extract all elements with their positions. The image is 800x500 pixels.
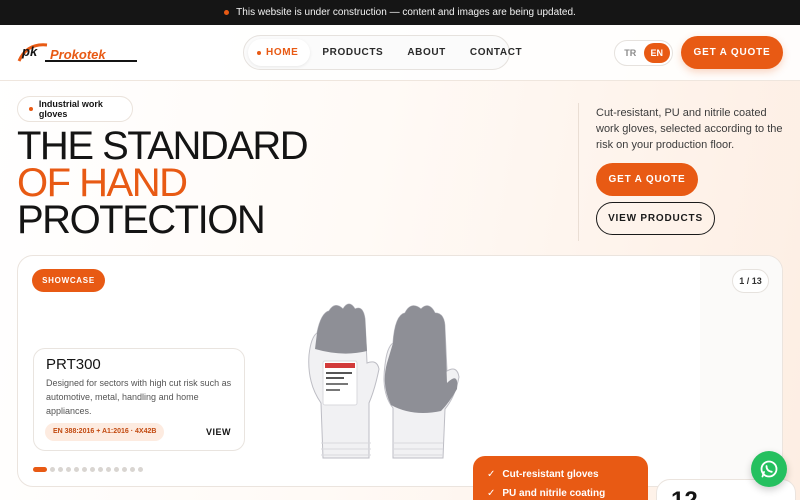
nav-item-products[interactable]: PRODUCTS	[310, 39, 395, 66]
hero-title-line2: OF HAND	[17, 161, 188, 205]
carousel-dot[interactable]	[98, 467, 103, 472]
nav-item-label: HOME	[266, 47, 299, 58]
slide-counter: 1 / 13	[732, 269, 769, 293]
carousel-dot[interactable]	[138, 467, 143, 472]
brand-logo[interactable]: pk Prokotek	[17, 39, 139, 67]
check-icon: ✓	[487, 469, 496, 480]
carousel-dots	[33, 467, 146, 472]
carousel-dot[interactable]	[66, 467, 71, 472]
feature-item: ✓ Cut-resistant gloves	[487, 465, 634, 484]
nav-item-label: CONTACT	[469, 47, 523, 58]
product-showcase: SHOWCASE 1 / 13 PRT300 Designed for sect…	[17, 255, 783, 487]
hero-tag: Industrial work gloves	[17, 96, 133, 122]
product-description: Designed for sectors with high cut risk …	[46, 378, 232, 416]
carousel-dot[interactable]	[33, 467, 47, 472]
lang-option-en[interactable]: EN	[643, 43, 670, 63]
hero-quote-button[interactable]: GET A QUOTE	[596, 163, 698, 196]
feature-item: ✓ PU and nitrile coating	[487, 484, 634, 500]
product-view-link[interactable]: VIEW	[206, 427, 231, 437]
carousel-dot[interactable]	[50, 467, 55, 472]
carousel-dot[interactable]	[58, 467, 63, 472]
product-card: PRT300 Designed for sectors with high cu…	[33, 348, 245, 451]
svg-text:pk: pk	[21, 44, 38, 59]
carousel-dot[interactable]	[74, 467, 79, 472]
feature-label: PU and nitrile coating	[502, 488, 606, 499]
hero-tag-label: Industrial work gloves	[38, 99, 103, 119]
announcement-bar: This website is under construction — con…	[0, 0, 800, 25]
carousel-dot[interactable]	[90, 467, 95, 472]
features-card: ✓ Cut-resistant gloves ✓ PU and nitrile …	[473, 456, 648, 500]
svg-text:Prokotek: Prokotek	[50, 47, 106, 62]
nav-item-home[interactable]: HOME	[248, 39, 311, 66]
whatsapp-icon	[760, 460, 778, 478]
feature-label: Cut-resistant gloves	[502, 469, 599, 480]
stat-number: 12	[671, 487, 698, 500]
site-header: pk Prokotek HOME PRODUCTS ABOUT CONTACT …	[0, 25, 800, 81]
nav-item-about[interactable]: ABOUT	[395, 39, 458, 66]
hero-description: Cut-resistant, PU and nitrile coated wor…	[596, 107, 783, 151]
carousel-dot[interactable]	[82, 467, 87, 472]
header-quote-button[interactable]: GET A QUOTE	[681, 36, 783, 69]
nav-item-contact[interactable]: CONTACT	[458, 39, 534, 66]
announcement-text: This website is under construction — con…	[236, 7, 576, 18]
product-name: PRT300	[46, 356, 101, 373]
main-nav: HOME PRODUCTS ABOUT CONTACT	[243, 35, 522, 70]
glove-product-image	[308, 303, 460, 459]
carousel-dot[interactable]	[122, 467, 127, 472]
hero-tag-dot	[29, 107, 33, 111]
product-standard-badge: EN 388:2016 + A1:2016 · 4X42B	[45, 423, 165, 441]
carousel-dot[interactable]	[130, 467, 135, 472]
nav-item-label: PRODUCTS	[322, 47, 384, 58]
view-products-button[interactable]: VIEW PRODUCTS	[596, 202, 715, 235]
showcase-badge: SHOWCASE	[32, 269, 105, 292]
carousel-dot[interactable]	[114, 467, 119, 472]
lang-option-tr[interactable]: TR	[617, 43, 644, 63]
hero-title-line1: THE STANDARD	[17, 124, 309, 168]
check-icon: ✓	[487, 488, 496, 499]
hero-title: THE STANDARD OF HAND PROTECTION	[17, 124, 347, 242]
carousel-dot[interactable]	[106, 467, 111, 472]
nav-item-label: ABOUT	[407, 47, 446, 58]
language-switcher: TR EN	[614, 40, 673, 66]
announcement-dot	[224, 10, 230, 15]
hero-divider	[578, 103, 579, 241]
hero-title-line3: PROTECTION	[17, 198, 266, 242]
nav-active-dot	[257, 50, 261, 55]
whatsapp-button[interactable]	[751, 451, 787, 487]
